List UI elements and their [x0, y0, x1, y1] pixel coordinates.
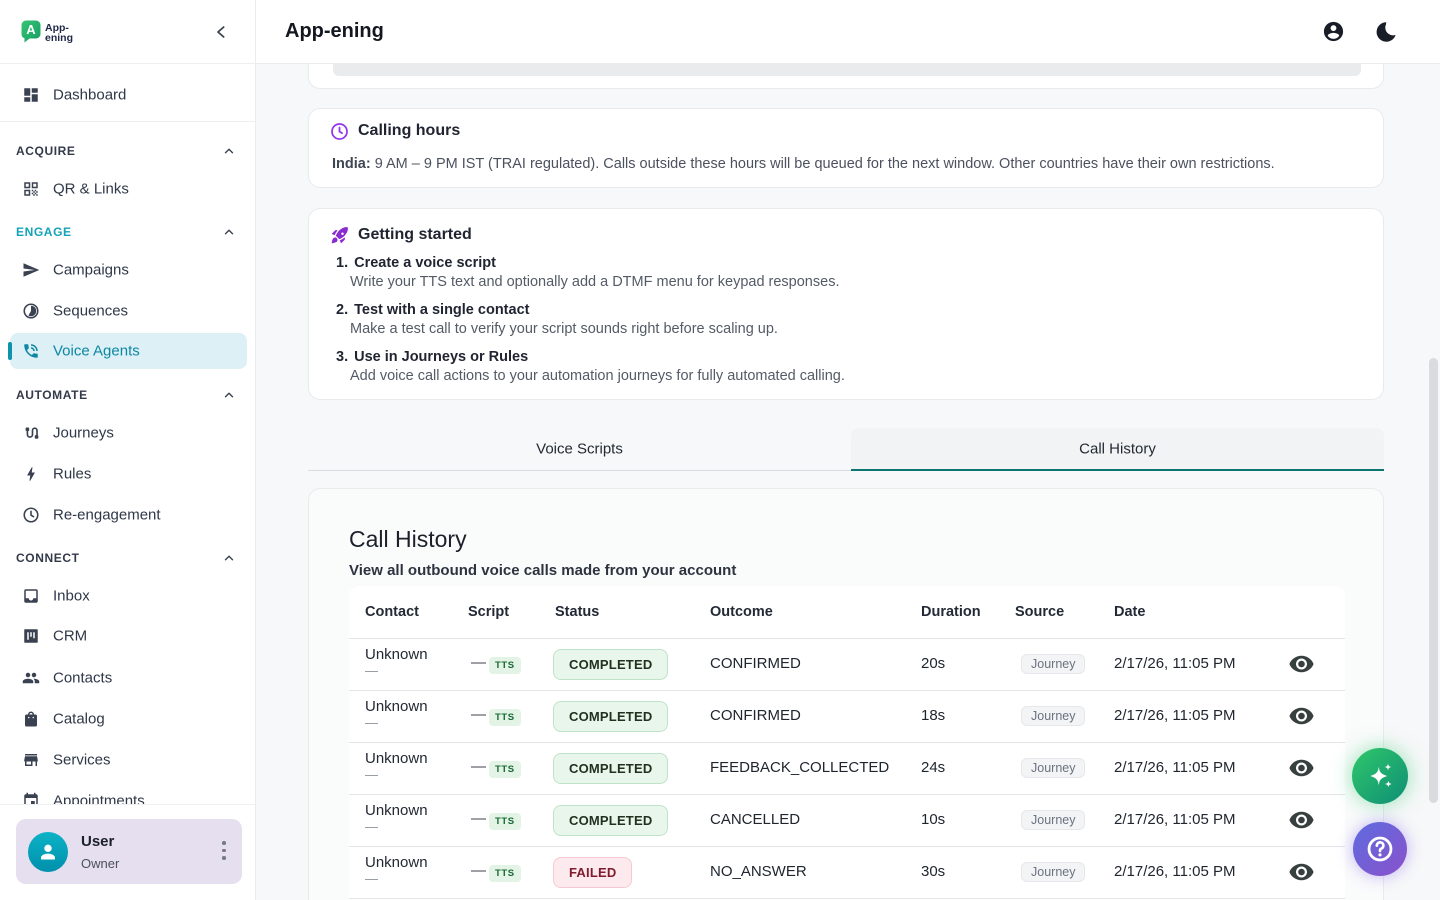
- svg-text:A: A: [26, 22, 36, 37]
